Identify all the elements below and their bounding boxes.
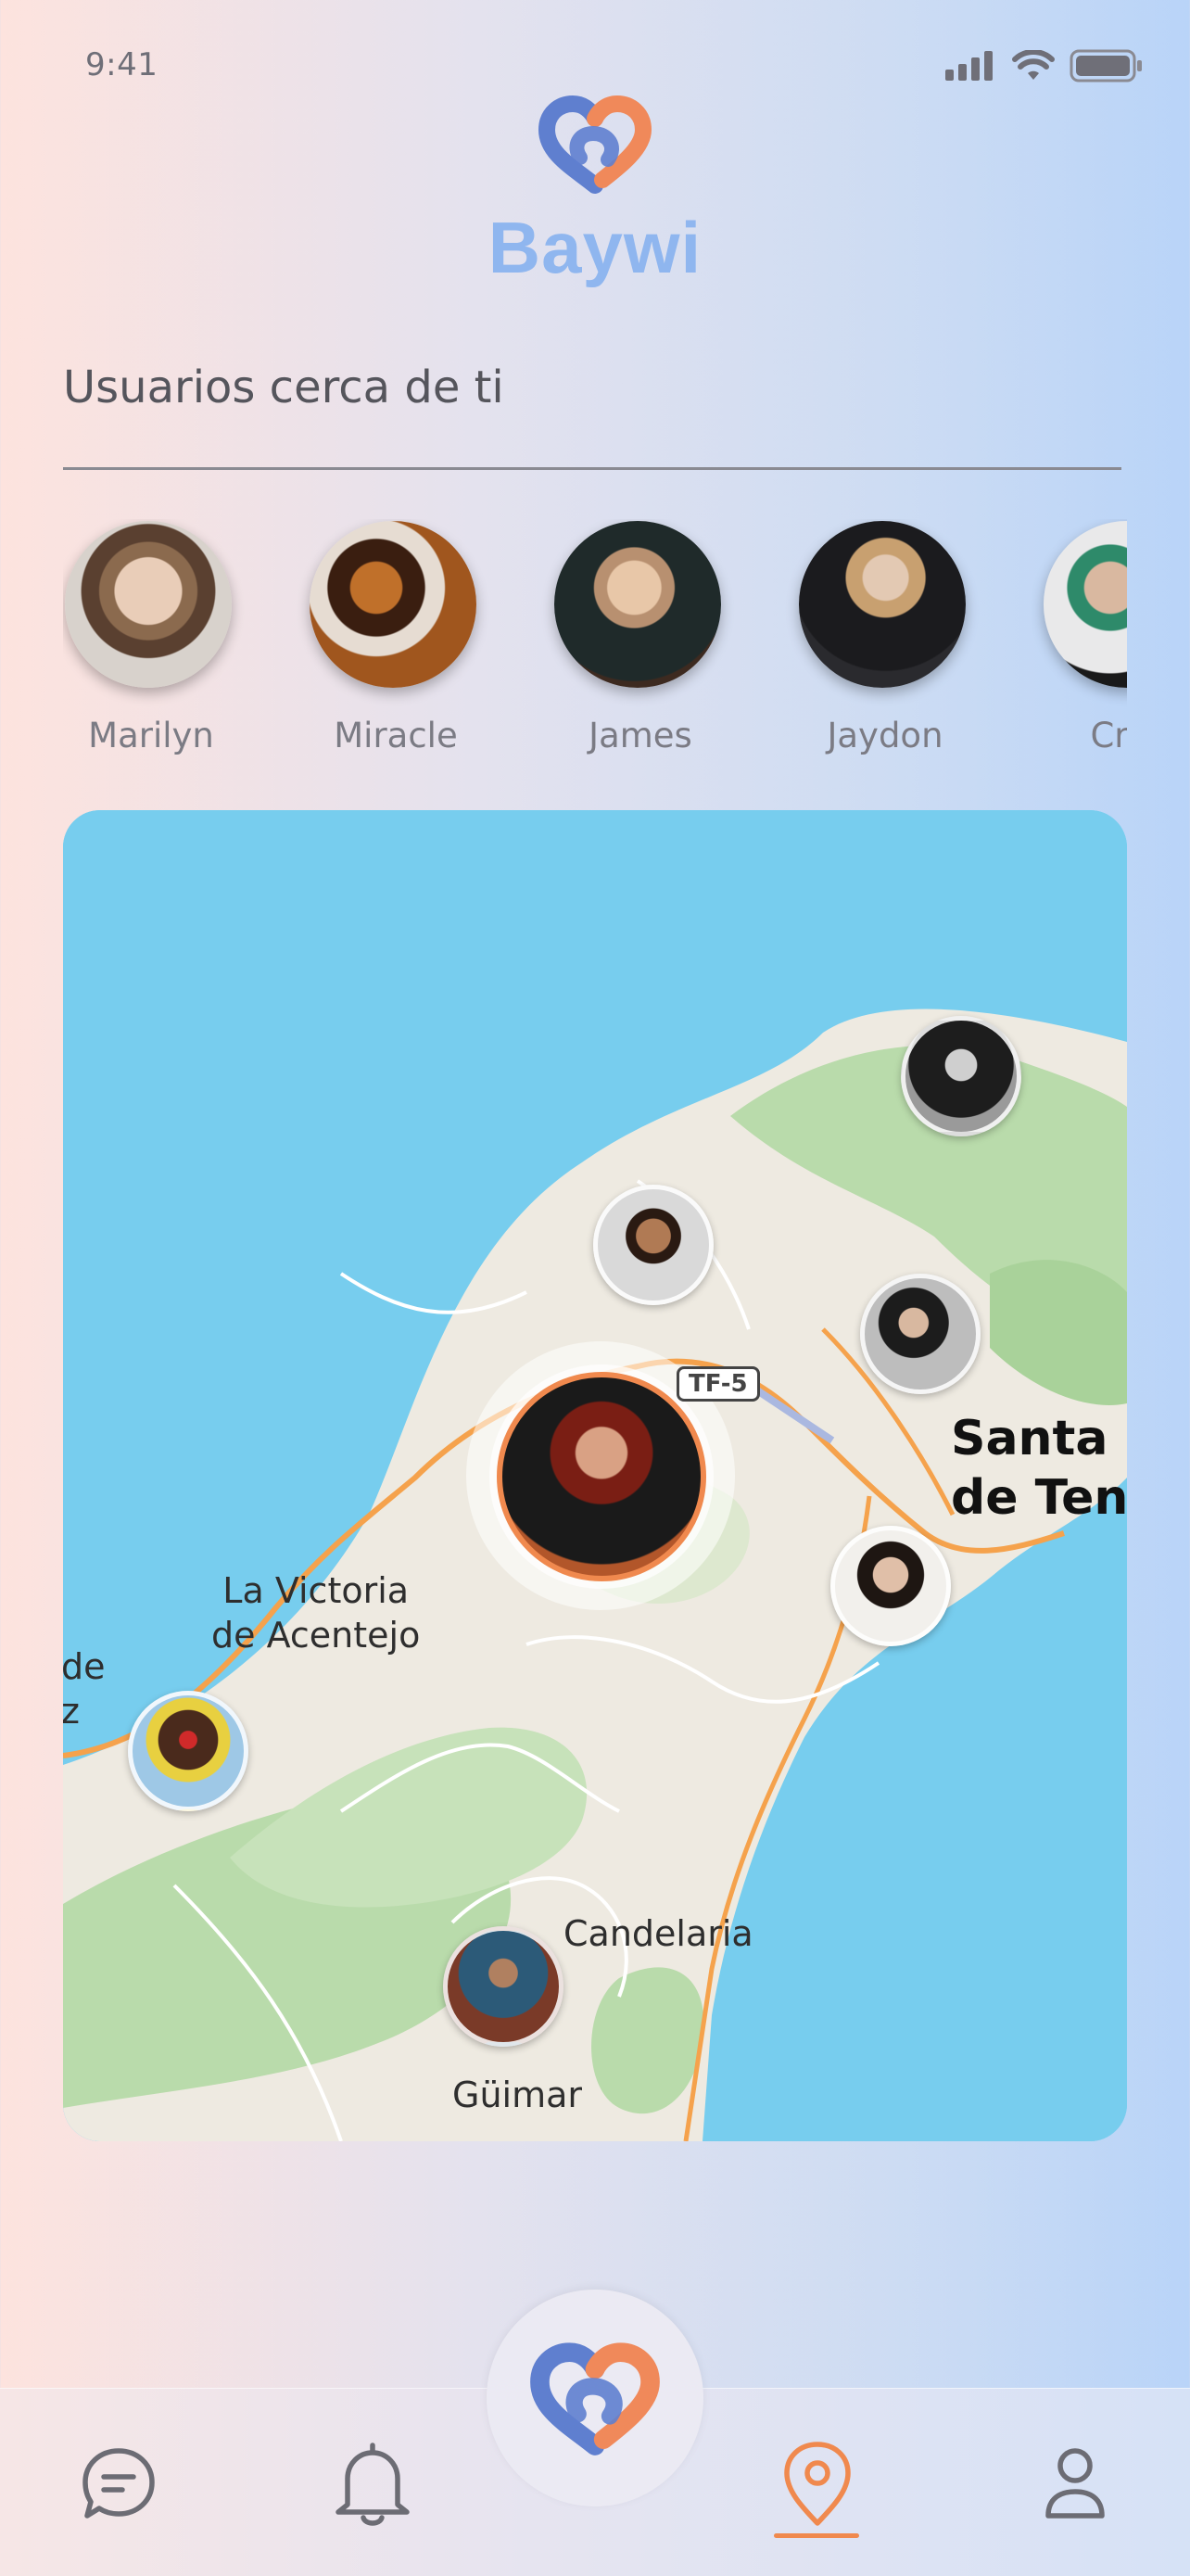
user-name: Marilyn <box>88 716 214 755</box>
battery-icon <box>1070 49 1142 82</box>
map-user-pin[interactable] <box>830 1526 951 1646</box>
avatar[interactable] <box>1044 521 1127 688</box>
map-user-pin[interactable] <box>593 1185 714 1305</box>
nav-notifications[interactable] <box>317 2429 428 2540</box>
place-label-guimar: Güimar <box>452 2075 583 2115</box>
user-name: Miracle <box>334 716 458 755</box>
section-title: Usuarios cerca de ti <box>63 362 504 413</box>
signal-icon <box>945 51 993 81</box>
map-user-pin[interactable] <box>860 1274 981 1394</box>
main-user-pin[interactable] <box>497 1372 706 1581</box>
nav-home-button[interactable] <box>487 2290 703 2506</box>
wifi-icon <box>1012 50 1055 80</box>
heart-link-logo <box>530 2342 660 2455</box>
location-pin-icon <box>784 2442 851 2526</box>
avatar[interactable] <box>65 521 232 688</box>
nav-chat[interactable] <box>63 2429 174 2540</box>
map-user-pin[interactable] <box>128 1691 248 1811</box>
nav-profile[interactable] <box>1019 2429 1131 2540</box>
chat-icon <box>82 2448 155 2519</box>
user-name: Crist <box>1090 716 1127 755</box>
map-user-pin[interactable] <box>443 1926 563 2047</box>
active-tab-indicator <box>774 2533 859 2538</box>
brand-name: Baywi <box>487 207 703 288</box>
place-label-la-victoria: La Victoria de Acentejo <box>211 1570 421 1656</box>
nearby-users-row[interactable]: Marilyn Miracle James Jaydon Crist <box>63 519 1127 769</box>
bell-icon <box>335 2443 410 2526</box>
road-badge: TF-5 <box>677 1366 760 1402</box>
heart-link-logo <box>538 95 652 194</box>
section-divider <box>63 467 1121 470</box>
avatar[interactable] <box>554 521 721 688</box>
map-view[interactable]: TF-5 La Victoria de Acentejo Santa C de … <box>63 810 1127 2141</box>
status-time: 9:41 <box>85 46 158 83</box>
avatar[interactable] <box>310 521 476 688</box>
user-name: James <box>589 716 692 755</box>
profile-icon <box>1045 2448 1105 2519</box>
place-label-santa-cruz: Santa C de Tene <box>951 1411 1127 1526</box>
avatar[interactable] <box>799 521 966 688</box>
map-user-pin[interactable] <box>901 1016 1021 1136</box>
place-label-candelaria: Candelaria <box>563 1913 753 1954</box>
nav-nearby-map[interactable] <box>762 2429 873 2540</box>
status-icons <box>945 48 1144 83</box>
user-name: Jaydon <box>827 716 943 755</box>
place-label-partial: de z <box>63 1646 106 1732</box>
